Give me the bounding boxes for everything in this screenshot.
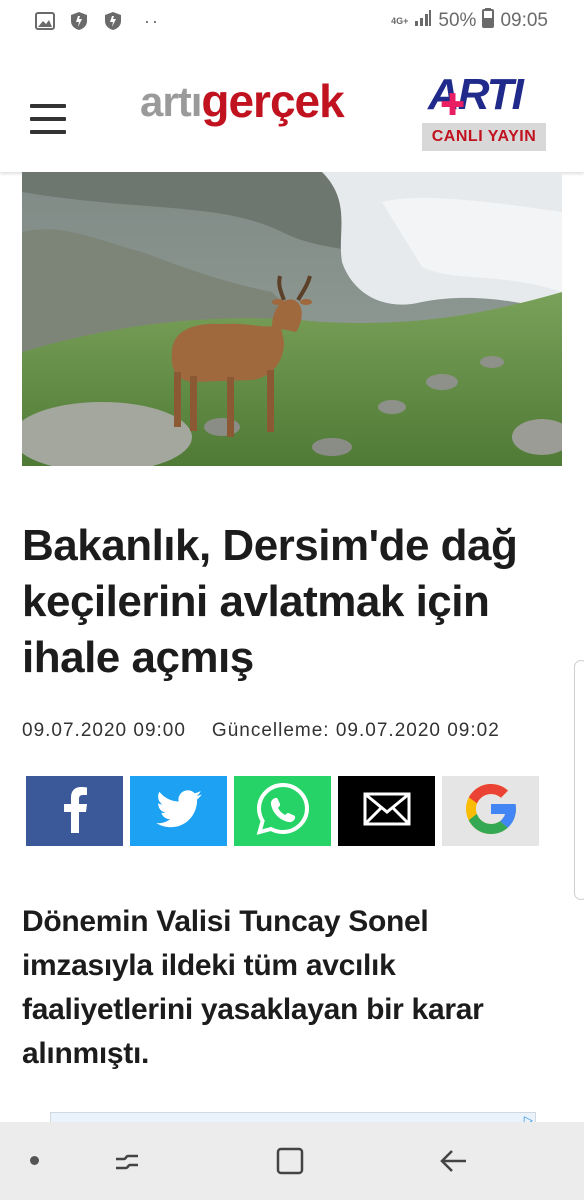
- battery-percent: 50%: [438, 10, 477, 31]
- twitter-icon: [155, 789, 202, 833]
- menu-icon[interactable]: [30, 104, 66, 134]
- email-share-button[interactable]: [338, 776, 435, 846]
- article-lead: Dönemin Valisi Tuncay Sonel imzasıyla il…: [22, 905, 484, 1070]
- more-dots-icon: ··: [144, 11, 160, 31]
- article-hero-image[interactable]: [22, 172, 562, 466]
- network-type: 4G+: [391, 15, 409, 26]
- recent-apps-icon[interactable]: [112, 1146, 142, 1176]
- battery-icon: [482, 8, 495, 34]
- mail-icon: [363, 792, 411, 831]
- logo-text-arti: artı: [140, 78, 202, 125]
- share-bar: [26, 776, 539, 846]
- live-label: CANLI YAYIN: [422, 123, 546, 151]
- facebook-icon: [60, 785, 90, 838]
- clock: 09:05: [500, 10, 548, 31]
- whatsapp-share-button[interactable]: [234, 776, 331, 846]
- signal-icon: [414, 9, 432, 33]
- site-header: artı gerçek ARTI ✚ CANLI YAYIN: [0, 42, 584, 172]
- system-nav-bar: [0, 1122, 584, 1200]
- live-broadcast-button[interactable]: ARTI ✚ CANLI YAYIN: [422, 70, 546, 152]
- status-bar: ·· 4G+ 50% 09:05: [0, 0, 584, 42]
- shield-icon: [102, 10, 124, 32]
- google-share-button[interactable]: [442, 776, 539, 846]
- whatsapp-icon: [255, 781, 311, 842]
- scrollbar-handle[interactable]: [574, 660, 584, 900]
- google-icon: [461, 779, 521, 844]
- facebook-share-button[interactable]: [26, 776, 123, 846]
- screen: ·· 4G+ 50% 09:05 artı gerçek ARTI ✚ CANL…: [0, 0, 584, 1200]
- update-date: Güncelleme: 09.07.2020 09:02: [211, 720, 500, 741]
- logo-text-gercek: gerçek: [201, 75, 344, 127]
- shield-icon: [68, 10, 90, 32]
- home-icon[interactable]: [275, 1146, 305, 1176]
- nav-dot-indicator: [30, 1156, 39, 1165]
- twitter-share-button[interactable]: [130, 776, 227, 846]
- article-meta: 09.07.2020 09:00 Güncelleme: 09.07.2020 …: [22, 720, 562, 742]
- plus-icon: ✚: [440, 89, 466, 122]
- article-title: Bakanlık, Dersim'de dağ keçilerini avlat…: [22, 521, 518, 682]
- gallery-icon: [34, 10, 56, 32]
- back-icon[interactable]: [438, 1146, 468, 1176]
- site-logo[interactable]: artı gerçek: [140, 66, 345, 156]
- publish-date: 09.07.2020 09:00: [22, 720, 186, 741]
